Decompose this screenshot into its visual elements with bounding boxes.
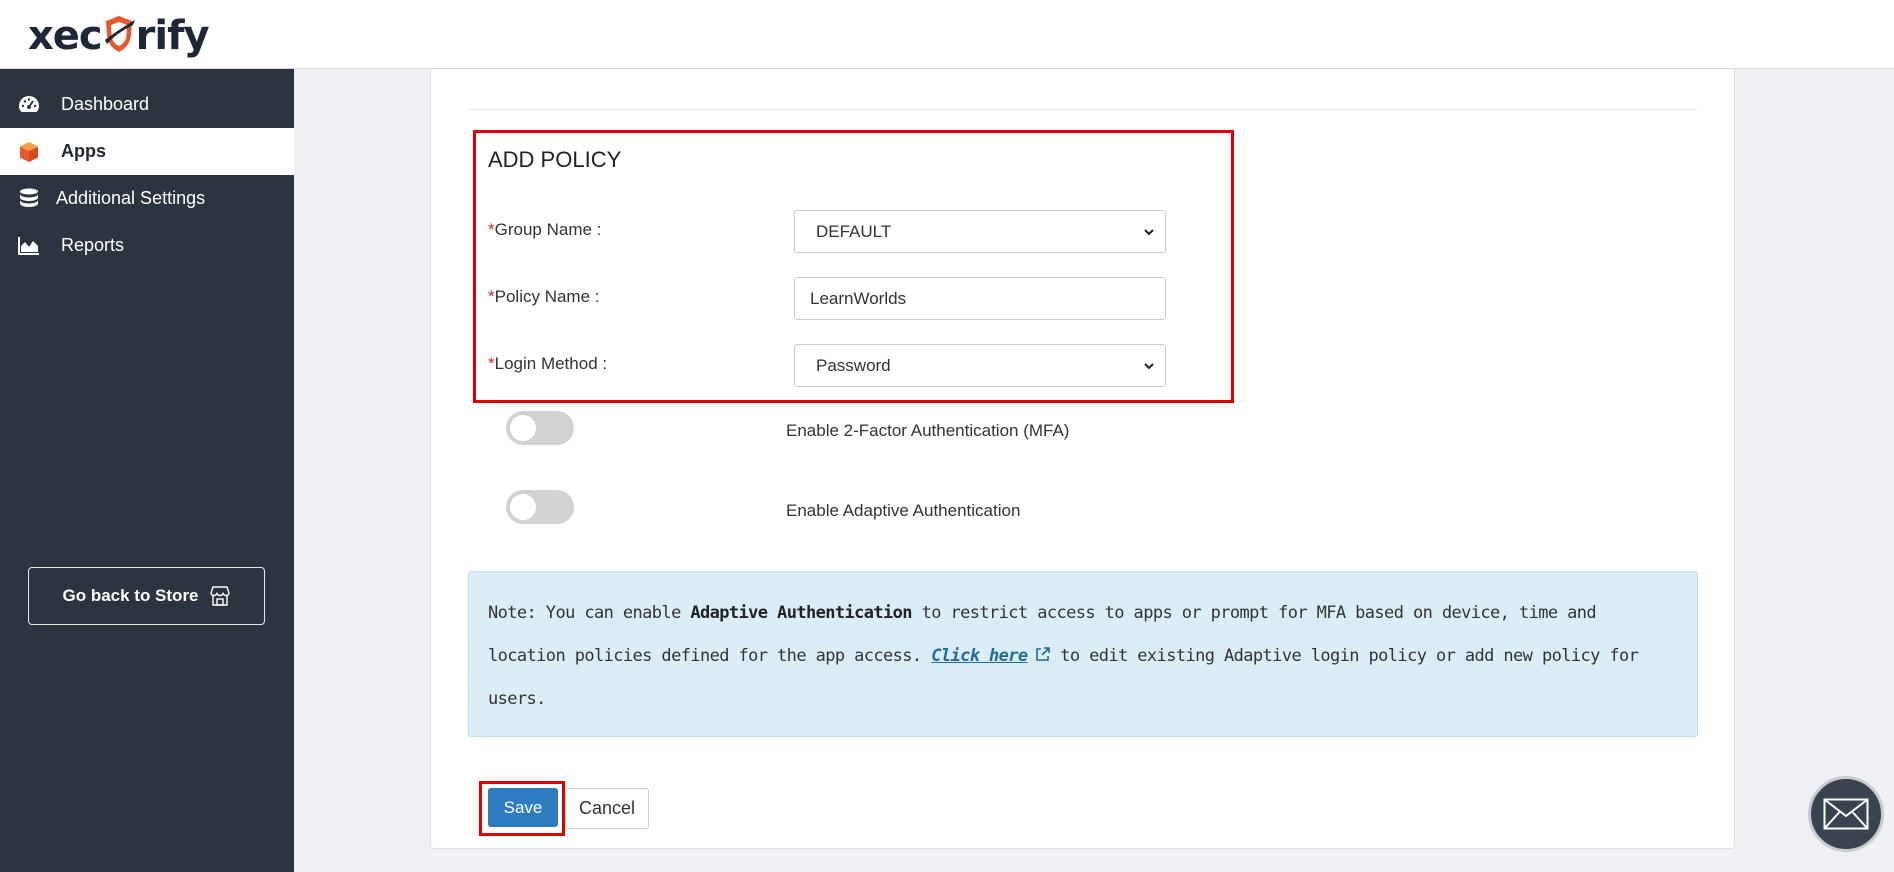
login-method-label: *Login Method : <box>488 354 607 374</box>
area-chart-icon <box>18 237 39 255</box>
sidebar-item-reports[interactable]: Reports <box>0 222 294 269</box>
toggle-knob <box>510 415 536 441</box>
policy-name-label-text: Policy Name : <box>494 287 600 306</box>
contact-mail-button[interactable] <box>1808 776 1884 852</box>
click-here-link[interactable]: Click here <box>931 646 1028 666</box>
envelope-icon <box>1823 798 1869 830</box>
adaptive-auth-note: Note: You can enable Adaptive Authentica… <box>468 571 1698 737</box>
adaptive-auth-toggle-label: Enable Adaptive Authentication <box>786 501 1021 520</box>
sidebar-item-label: Apps <box>61 141 106 161</box>
store-icon <box>209 586 230 606</box>
chevron-down-icon <box>1144 229 1154 236</box>
group-name-label: *Group Name : <box>488 220 601 240</box>
store-button-label: Go back to Store <box>62 586 199 605</box>
sidebar-item-label: Additional Settings <box>56 188 206 208</box>
sidebar-item-label: Dashboard <box>61 94 150 114</box>
logo-text-left: xec <box>28 13 103 59</box>
external-link-icon <box>1035 647 1050 661</box>
top-header: xec rify <box>0 0 1894 69</box>
cube-icon <box>20 142 38 162</box>
policy-name-label: *Policy Name : <box>488 287 600 307</box>
section-divider <box>469 109 1697 110</box>
login-method-label-text: Login Method : <box>494 354 608 373</box>
add-policy-card: ADD POLICY *Group Name : DEFAULT *Policy… <box>430 69 1735 849</box>
login-method-select[interactable]: Password <box>794 344 1166 387</box>
mfa-toggle[interactable] <box>506 411 574 445</box>
save-button[interactable]: Save <box>488 788 558 827</box>
sidebar: Dashboard Apps Additional Settings Repor… <box>0 69 294 872</box>
group-name-label-text: Group Name : <box>494 220 602 239</box>
login-method-value: Password <box>816 355 891 375</box>
required-mark: * <box>488 220 495 239</box>
go-back-to-store-button[interactable]: Go back to Store <box>28 567 265 625</box>
xecurify-logo[interactable]: xec rify <box>28 13 210 59</box>
sidebar-item-dashboard[interactable]: Dashboard <box>0 81 294 128</box>
page-title: ADD POLICY <box>488 147 622 172</box>
mfa-toggle-label: Enable 2-Factor Authentication (MFA) <box>786 421 1070 440</box>
note-bold: Adaptive Authentication <box>690 603 912 623</box>
adaptive-auth-toggle[interactable] <box>506 490 574 524</box>
policy-name-value: LearnWorlds <box>810 288 907 308</box>
cancel-button[interactable]: Cancel <box>565 788 649 829</box>
group-name-value: DEFAULT <box>816 221 892 241</box>
sidebar-item-label: Reports <box>61 235 125 255</box>
shield-logo-icon <box>104 16 135 52</box>
required-mark: * <box>488 287 495 306</box>
sidebar-item-apps[interactable]: Apps <box>0 128 294 175</box>
logo-text-right: rify <box>135 13 210 59</box>
note-prefix: Note: You can enable <box>488 603 691 623</box>
policy-name-input[interactable]: LearnWorlds <box>794 277 1166 320</box>
dashboard-gauge-icon <box>19 96 39 112</box>
sidebar-item-additional-settings[interactable]: Additional Settings <box>0 175 294 222</box>
group-name-select[interactable]: DEFAULT <box>794 210 1166 253</box>
database-icon <box>20 188 38 207</box>
required-mark: * <box>488 354 495 373</box>
chevron-down-icon <box>1144 363 1154 370</box>
toggle-knob <box>510 494 536 520</box>
